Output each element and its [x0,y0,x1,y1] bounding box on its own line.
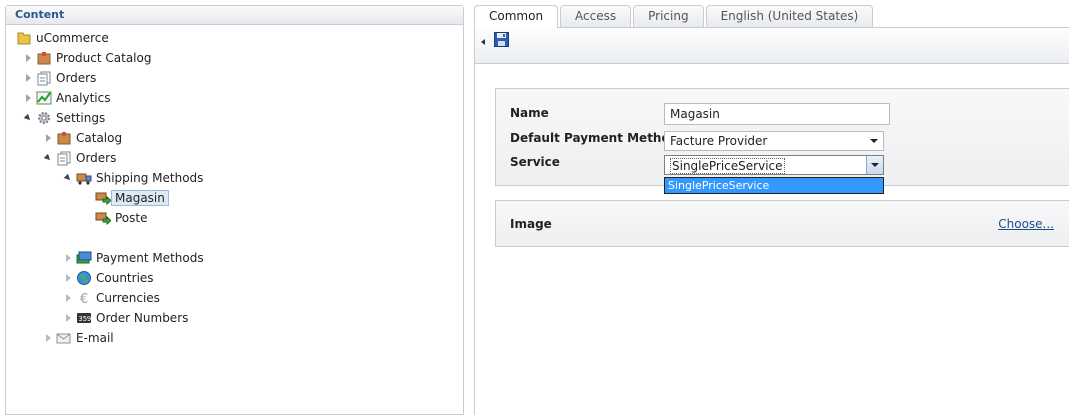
save-icon[interactable] [494,32,509,47]
shipping-method-icon [95,190,111,206]
name-field[interactable]: Magasin [664,103,890,125]
shipping-method-icon [95,210,111,226]
tab-english-united-states[interactable]: English (United States) [705,5,874,27]
orders-documents-icon [56,150,72,166]
orders-documents-icon [36,70,52,86]
tree-node-email[interactable]: E-mail [43,329,114,347]
expand-icon[interactable] [43,133,53,143]
tree-node-settings[interactable]: Settings [23,109,105,127]
service-option[interactable]: SinglePriceService [665,178,883,193]
service-dropdown-button[interactable] [866,156,883,174]
tree-node-countries[interactable]: Countries [63,269,154,287]
content-tree-panel: Content uCommerce Product Catalog Orders [5,5,464,415]
default-payment-method-select[interactable]: Facture Provider [664,131,884,151]
svg-text:359: 359 [79,315,92,323]
truck-icon [76,170,92,186]
email-icon [56,330,72,346]
expand-icon[interactable] [23,53,33,63]
expand-icon[interactable] [43,333,53,343]
tree-node-catalog[interactable]: Catalog [43,129,122,147]
selected-node-label: Magasin [111,190,169,206]
choose-image-link[interactable]: Choose... [998,217,1054,231]
service-value: SinglePriceService [670,158,785,174]
expand-icon[interactable] [23,73,33,83]
default-payment-method-value: Facture Provider [670,134,768,148]
expand-icon[interactable] [63,273,73,283]
tab-common[interactable]: Common [474,5,559,28]
expand-icon[interactable] [63,253,73,263]
editor-toolbar [474,27,1069,64]
tree-node-payment-methods[interactable]: Payment Methods [63,249,204,267]
tab-pricing[interactable]: Pricing [633,5,704,27]
catalog-box-icon [56,130,72,146]
tree-header: Content [6,6,463,25]
editor-panel: Common Access Pricing English (United St… [474,5,1069,415]
tree-node-product-catalog[interactable]: Product Catalog [23,49,151,67]
tree-node-currencies[interactable]: € Currencies [63,289,160,307]
tree-node-orders[interactable]: Orders [23,69,96,87]
tree-node-magasin[interactable]: Magasin [95,189,169,207]
gear-icon [36,110,52,126]
default-payment-method-label: Default Payment Method [510,131,679,145]
back-arrow-icon[interactable] [481,39,485,45]
currency-euro-icon: € [76,290,92,306]
expand-icon[interactable] [63,293,73,303]
service-select[interactable]: SinglePriceService [664,155,884,175]
analytics-chart-icon [36,90,52,106]
tree-node-settings-orders[interactable]: Orders [43,149,116,167]
tree-node-poste[interactable]: Poste [95,209,148,227]
image-label: Image [510,217,552,231]
collapse-icon[interactable] [23,113,33,123]
chevron-down-icon [870,139,878,143]
properties-box: Name Magasin Default Payment Method Fact… [495,88,1069,194]
svg-text:€: € [80,292,88,306]
tree-node-shipping-methods[interactable]: Shipping Methods [63,169,203,187]
editor-tabs: Common Access Pricing English (United St… [474,5,874,28]
payment-card-icon [76,250,92,266]
image-box: Image Choose... [495,200,1069,247]
name-label: Name [510,106,549,120]
service-label: Service [510,155,560,169]
editor-content: Name Magasin Default Payment Method Fact… [474,64,1069,415]
globe-icon [76,270,92,286]
order-number-icon: 359 [76,310,92,326]
expand-icon[interactable] [23,93,33,103]
chevron-down-icon [871,163,879,167]
tree-node-ucommerce[interactable]: uCommerce [16,29,109,47]
folder-icon [16,30,32,46]
collapse-icon[interactable] [63,173,73,183]
expand-icon[interactable] [63,313,73,323]
collapse-icon[interactable] [43,153,53,163]
tree-node-order-numbers[interactable]: 359 Order Numbers [63,309,188,327]
catalog-box-icon [36,50,52,66]
tree-node-analytics[interactable]: Analytics [23,89,111,107]
tab-access[interactable]: Access [560,5,632,27]
service-dropdown-list: SinglePriceService [664,177,884,194]
